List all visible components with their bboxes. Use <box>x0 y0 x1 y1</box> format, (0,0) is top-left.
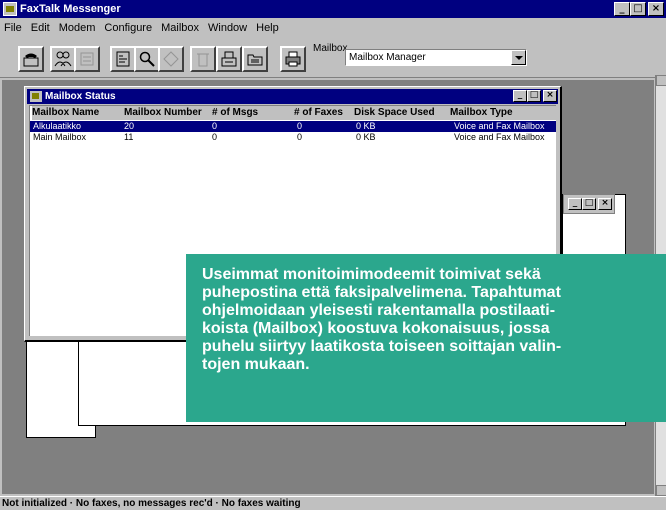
scroll-down-arrow-icon[interactable] <box>656 485 666 496</box>
close-button[interactable]: × <box>648 2 664 16</box>
menu-mailbox[interactable]: Mailbox <box>161 22 199 34</box>
mailbox-status-minimize-button[interactable]: _ <box>513 90 527 102</box>
people-button[interactable] <box>50 46 76 72</box>
folder-button[interactable] <box>242 46 268 72</box>
column-header-mailbox-number[interactable]: Mailbox Number <box>124 106 212 120</box>
menu-modem[interactable]: Modem <box>59 22 96 34</box>
scroll-up-arrow-icon[interactable] <box>656 75 666 86</box>
status-bar: Not initialized · No faxes, no messages … <box>0 496 666 510</box>
search-icon <box>139 51 155 67</box>
minimize-button[interactable]: _ <box>614 2 630 16</box>
trash-icon <box>197 53 209 67</box>
column-header-mailbox-type[interactable]: Mailbox Type <box>450 106 558 120</box>
cell-mailbox-type: Voice and Fax Mailbox <box>454 132 545 142</box>
menu-help[interactable]: Help <box>256 22 279 34</box>
fax-view-button[interactable] <box>110 46 136 72</box>
search-button[interactable] <box>134 46 160 72</box>
cell-mailbox-name: Alkulaatikko <box>33 121 82 131</box>
printer-button[interactable] <box>280 46 306 72</box>
maximize-button[interactable]: □ <box>630 2 646 16</box>
phone-button[interactable] <box>18 46 44 72</box>
mailbox-status-close-button[interactable]: × <box>543 90 557 102</box>
mailbox-status-icon[interactable] <box>30 91 42 102</box>
cell-mailbox-number: 11 <box>124 132 134 142</box>
caption-text: Useimmat monitoimimodeemit toimivat sekä… <box>202 266 562 373</box>
folder-icon <box>247 54 263 66</box>
mailbox-status-title: Mailbox Status <box>45 91 116 102</box>
app-title: FaxTalk Messenger <box>20 3 121 15</box>
menu-file[interactable]: File <box>4 22 22 34</box>
fax-view-icon <box>116 51 130 67</box>
bg-minimize-button[interactable]: _ <box>568 198 582 210</box>
dropdown-arrow-icon[interactable] <box>511 50 526 65</box>
column-header-disk-space[interactable]: Disk Space Used <box>354 106 450 120</box>
menu-configure[interactable]: Configure <box>104 22 152 34</box>
mailbox-status-maximize-button[interactable]: □ <box>527 90 541 102</box>
mailbox-label: Mailbox <box>313 43 348 54</box>
contacts-icon <box>80 52 94 66</box>
printer-icon <box>285 51 301 67</box>
phone-icon <box>23 53 39 67</box>
mailbox-dropdown[interactable]: Mailbox Manager <box>345 49 527 66</box>
bg-close-button[interactable]: × <box>598 198 612 210</box>
faxtalk-app-icon[interactable] <box>3 2 17 16</box>
background-window-titlebar: _ □ × <box>563 194 615 214</box>
menu-edit[interactable]: Edit <box>31 22 50 34</box>
column-header-mailbox-name[interactable]: Mailbox Name <box>32 106 124 120</box>
trash-button[interactable] <box>190 46 216 72</box>
background-window-controls: _ □ × <box>568 198 612 210</box>
people-icon <box>54 51 72 67</box>
cell-mailbox-number: 20 <box>124 121 135 131</box>
menu-bar: File Edit Modem Configure Mailbox Window… <box>0 18 666 38</box>
cell-mailbox-name: Main Mailbox <box>33 132 87 142</box>
fax-machine-button[interactable] <box>216 46 242 72</box>
cell-faxes: 0 <box>297 121 303 131</box>
cell-mailbox-type: Voice and Fax Mailbox <box>454 121 545 131</box>
cell-msgs: 0 <box>212 132 218 142</box>
tag-button[interactable] <box>158 46 184 72</box>
cell-disk-space: 0 KB <box>356 132 376 142</box>
cell-msgs: 0 <box>212 121 218 131</box>
column-header-faxes[interactable]: # of Faxes <box>294 106 354 120</box>
tag-icon <box>163 51 179 67</box>
cell-disk-space: 0 KB <box>356 121 376 131</box>
menu-window[interactable]: Window <box>208 22 247 34</box>
window-controls: _ □ × <box>614 2 664 16</box>
column-header-msgs[interactable]: # of Msgs <box>212 106 294 120</box>
fax-machine-icon <box>221 51 237 67</box>
mailbox-status-controls: _ □ × <box>513 90 557 102</box>
app-title-bar: FaxTalk Messenger _ □ × <box>0 0 666 18</box>
contacts-button[interactable] <box>74 46 100 72</box>
caption-callout: Useimmat monitoimimodeemit toimivat sekä… <box>186 254 666 422</box>
table-row[interactable]: Alkulaatikko 20 0 0 0 KB Voice and Fax M… <box>30 121 556 132</box>
cell-faxes: 0 <box>297 132 303 142</box>
bg-maximize-button[interactable]: □ <box>582 198 596 210</box>
table-row[interactable]: Main Mailbox 11 0 0 0 KB Voice and Fax M… <box>30 132 556 143</box>
mailbox-status-titlebar: Mailbox Status _ □ × <box>27 89 558 104</box>
mailbox-selected-value: Mailbox Manager <box>349 52 426 63</box>
